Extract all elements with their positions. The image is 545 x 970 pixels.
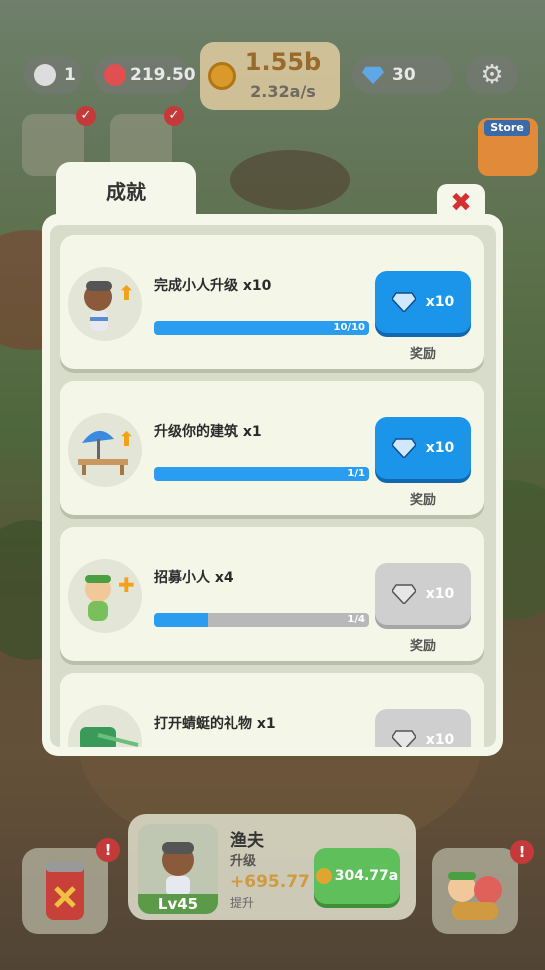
seeds-counter: 1 <box>24 56 82 94</box>
worker-gain-label: 提升 <box>230 896 255 910</box>
seed-icon <box>34 64 56 86</box>
achievement-card: ⬆ 完成小人升级 x10 10/10 x10 奖励 <box>60 235 484 369</box>
claim-reward-button[interactable]: x10 <box>375 563 471 625</box>
reward-label: 奖励 <box>409 493 436 508</box>
worker-panel: Lv45 渔夫 升级 +695.77 提升 304.77a <box>128 814 416 920</box>
achievement-title: 完成小人升级 x10 <box>154 278 272 294</box>
gem-icon <box>391 438 416 458</box>
gem-icon <box>391 730 416 747</box>
achievement-title: 招募小人 x4 <box>154 570 234 586</box>
progress-text: 1/4 <box>347 614 365 625</box>
coins-total: 1.55b <box>244 48 322 76</box>
gem-icon <box>391 292 416 312</box>
coin-rate: 2.32a/s <box>250 82 316 101</box>
gem-icon <box>362 66 384 85</box>
claim-reward-button[interactable]: x10 <box>375 271 471 333</box>
progress-bar: 10/10 <box>154 321 369 335</box>
settings-button[interactable]: ⚙ <box>466 56 518 94</box>
coin-icon <box>315 868 332 884</box>
gear-icon: ⚙ <box>480 60 504 90</box>
worker-action-label: 升级 <box>230 854 257 869</box>
upgrade-worker-button[interactable]: 304.77a <box>314 848 400 904</box>
workers-group-icon <box>448 872 502 920</box>
coins-display: 1.55b 2.32a/s <box>200 42 340 110</box>
quest-check-icon: ✓ <box>76 106 96 126</box>
gems-counter: 30 <box>352 56 452 94</box>
claim-reward-button[interactable]: x10 <box>375 709 471 747</box>
toolbox-button[interactable] <box>22 848 108 934</box>
achievement-card: ✚ 招募小人 x4 1/4 x10 奖励 <box>60 527 484 661</box>
add-icon: ✚ <box>118 573 135 597</box>
hearts-counter: 219.50 <box>94 56 196 94</box>
tool-can-icon <box>46 862 84 920</box>
worker-level: Lv45 <box>138 894 218 914</box>
store-label: Store <box>484 120 530 136</box>
claim-reward-button[interactable]: x10 <box>375 417 471 479</box>
achievement-card: 打开蜻蜓的礼物 x1 x10 <box>60 673 484 747</box>
gem-icon <box>391 584 416 604</box>
heart-icon <box>104 64 126 86</box>
alert-badge: ! <box>96 838 120 862</box>
worker-gain: +695.77 <box>230 872 310 892</box>
achievement-card: ⬆ 升级你的建筑 x1 1/1 x10 奖励 <box>60 381 484 515</box>
progress-text: 10/10 <box>333 322 365 333</box>
workers-button[interactable] <box>432 848 518 934</box>
trophy-check-icon: ✓ <box>164 106 184 126</box>
reward-label: 奖励 <box>409 347 436 362</box>
progress-bar: 1/1 <box>154 467 369 481</box>
alert-badge: ! <box>510 840 534 864</box>
dragonfly-gift-icon <box>68 705 142 747</box>
reward-label: 奖励 <box>409 639 436 654</box>
achievement-title: 升级你的建筑 x1 <box>154 424 262 440</box>
achievement-title: 打开蜻蜓的礼物 x1 <box>154 716 276 732</box>
upgrade-arrow-icon: ⬆ <box>118 427 135 451</box>
progress-text: 1/1 <box>347 468 365 479</box>
achievement-list[interactable]: ⬆ 完成小人升级 x10 10/10 x10 奖励 ⬆ 升级你的建筑 x1 1/… <box>50 225 496 747</box>
worker-name: 渔夫 <box>230 831 264 851</box>
store-button[interactable]: Store <box>478 118 538 176</box>
upgrade-arrow-icon: ⬆ <box>118 281 135 305</box>
progress-bar: 1/4 <box>154 613 369 627</box>
